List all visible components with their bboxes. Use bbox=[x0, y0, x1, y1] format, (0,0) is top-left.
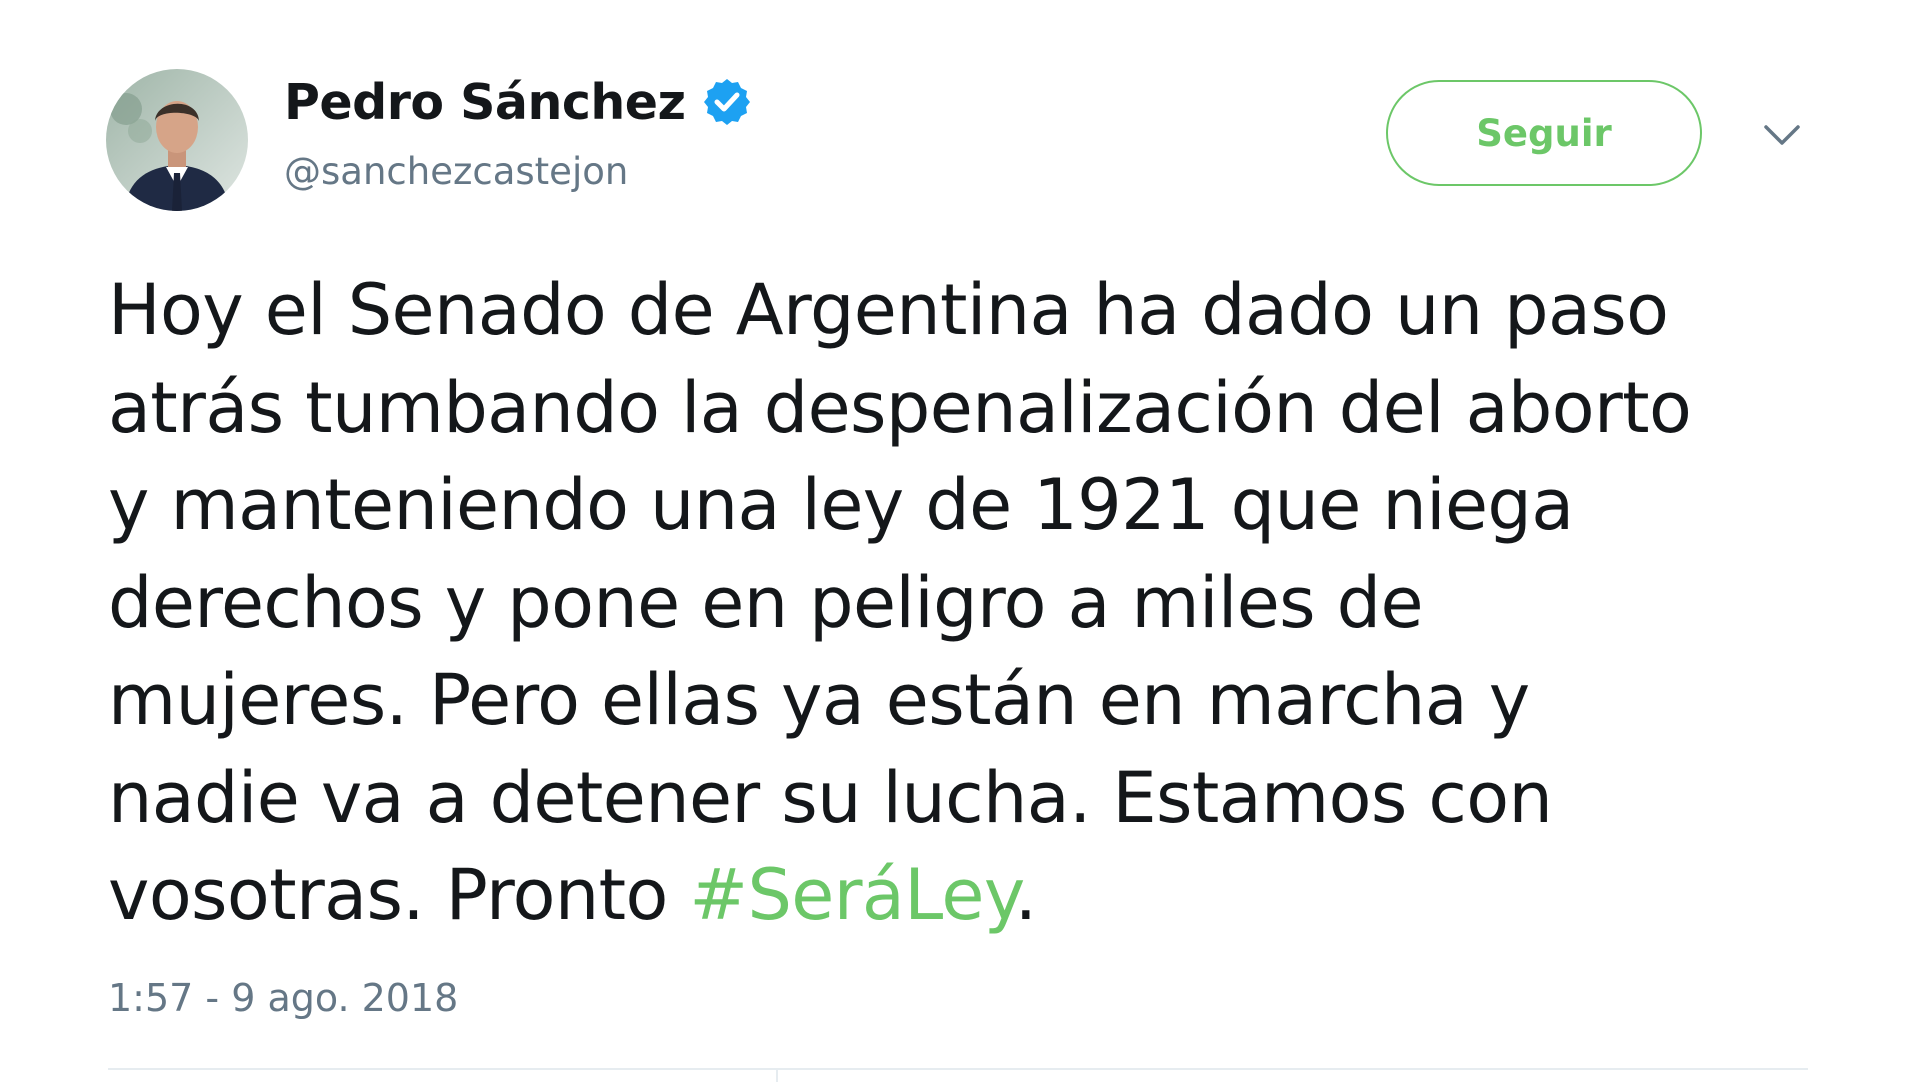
tweet-line-last: vosotras. Pronto #SeráLey. bbox=[108, 847, 1828, 945]
tweet-text-fragment: vosotras. Pronto bbox=[108, 854, 690, 936]
tweet-line: nadie va a detener su lucha. Estamos con bbox=[108, 756, 1553, 839]
hashtag-link[interactable]: #SeráLey bbox=[689, 854, 1015, 936]
author-name-row: Pedro Sánchez bbox=[284, 70, 752, 134]
tweet-timestamp[interactable]: 1:57 - 9 ago. 2018 bbox=[108, 976, 458, 1020]
avatar[interactable] bbox=[106, 69, 248, 211]
verified-badge-icon bbox=[702, 77, 752, 127]
tweet-line: y manteniendo una ley de 1921 que niega bbox=[108, 464, 1574, 546]
divider-tick bbox=[776, 1068, 778, 1082]
author-handle[interactable]: @sanchezcastejon bbox=[284, 150, 628, 193]
tweet-text-fragment: . bbox=[1014, 854, 1037, 936]
tweet-line: derechos y pone en peligro a miles de bbox=[108, 561, 1424, 644]
tweet-line: atrás tumbando la despenalización del ab… bbox=[108, 366, 1692, 449]
tweet-line: mujeres. Pero ellas ya están en marcha y bbox=[108, 659, 1530, 741]
profile-photo bbox=[106, 69, 248, 211]
chevron-down-icon[interactable] bbox=[1762, 122, 1802, 150]
tweet-line: Hoy el Senado de Argentina ha dado un pa… bbox=[108, 269, 1669, 351]
author-display-name[interactable]: Pedro Sánchez bbox=[284, 74, 686, 131]
follow-button[interactable]: Seguir bbox=[1386, 80, 1702, 186]
divider bbox=[108, 1068, 1808, 1070]
tweet-text: Hoy el Senado de Argentina ha dado un pa… bbox=[108, 262, 1828, 945]
